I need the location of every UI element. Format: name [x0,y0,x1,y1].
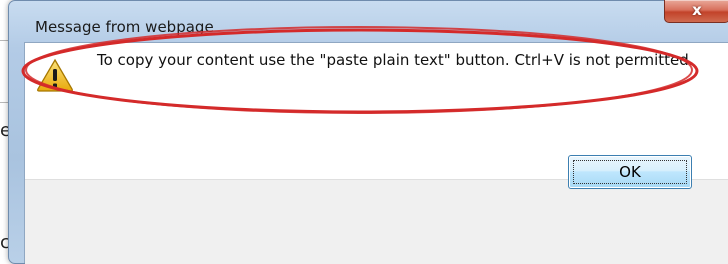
dialog-body [24,42,728,264]
close-button[interactable]: x [664,0,728,23]
close-icon: x [692,1,702,19]
dialog-message: To copy your content use the "paste plai… [97,51,694,69]
warning-icon [37,58,73,92]
focus-ring [573,160,687,184]
ok-button[interactable]: OK [568,155,692,189]
button-bar [25,179,728,264]
dialog-title: Message from webpage [35,18,214,36]
